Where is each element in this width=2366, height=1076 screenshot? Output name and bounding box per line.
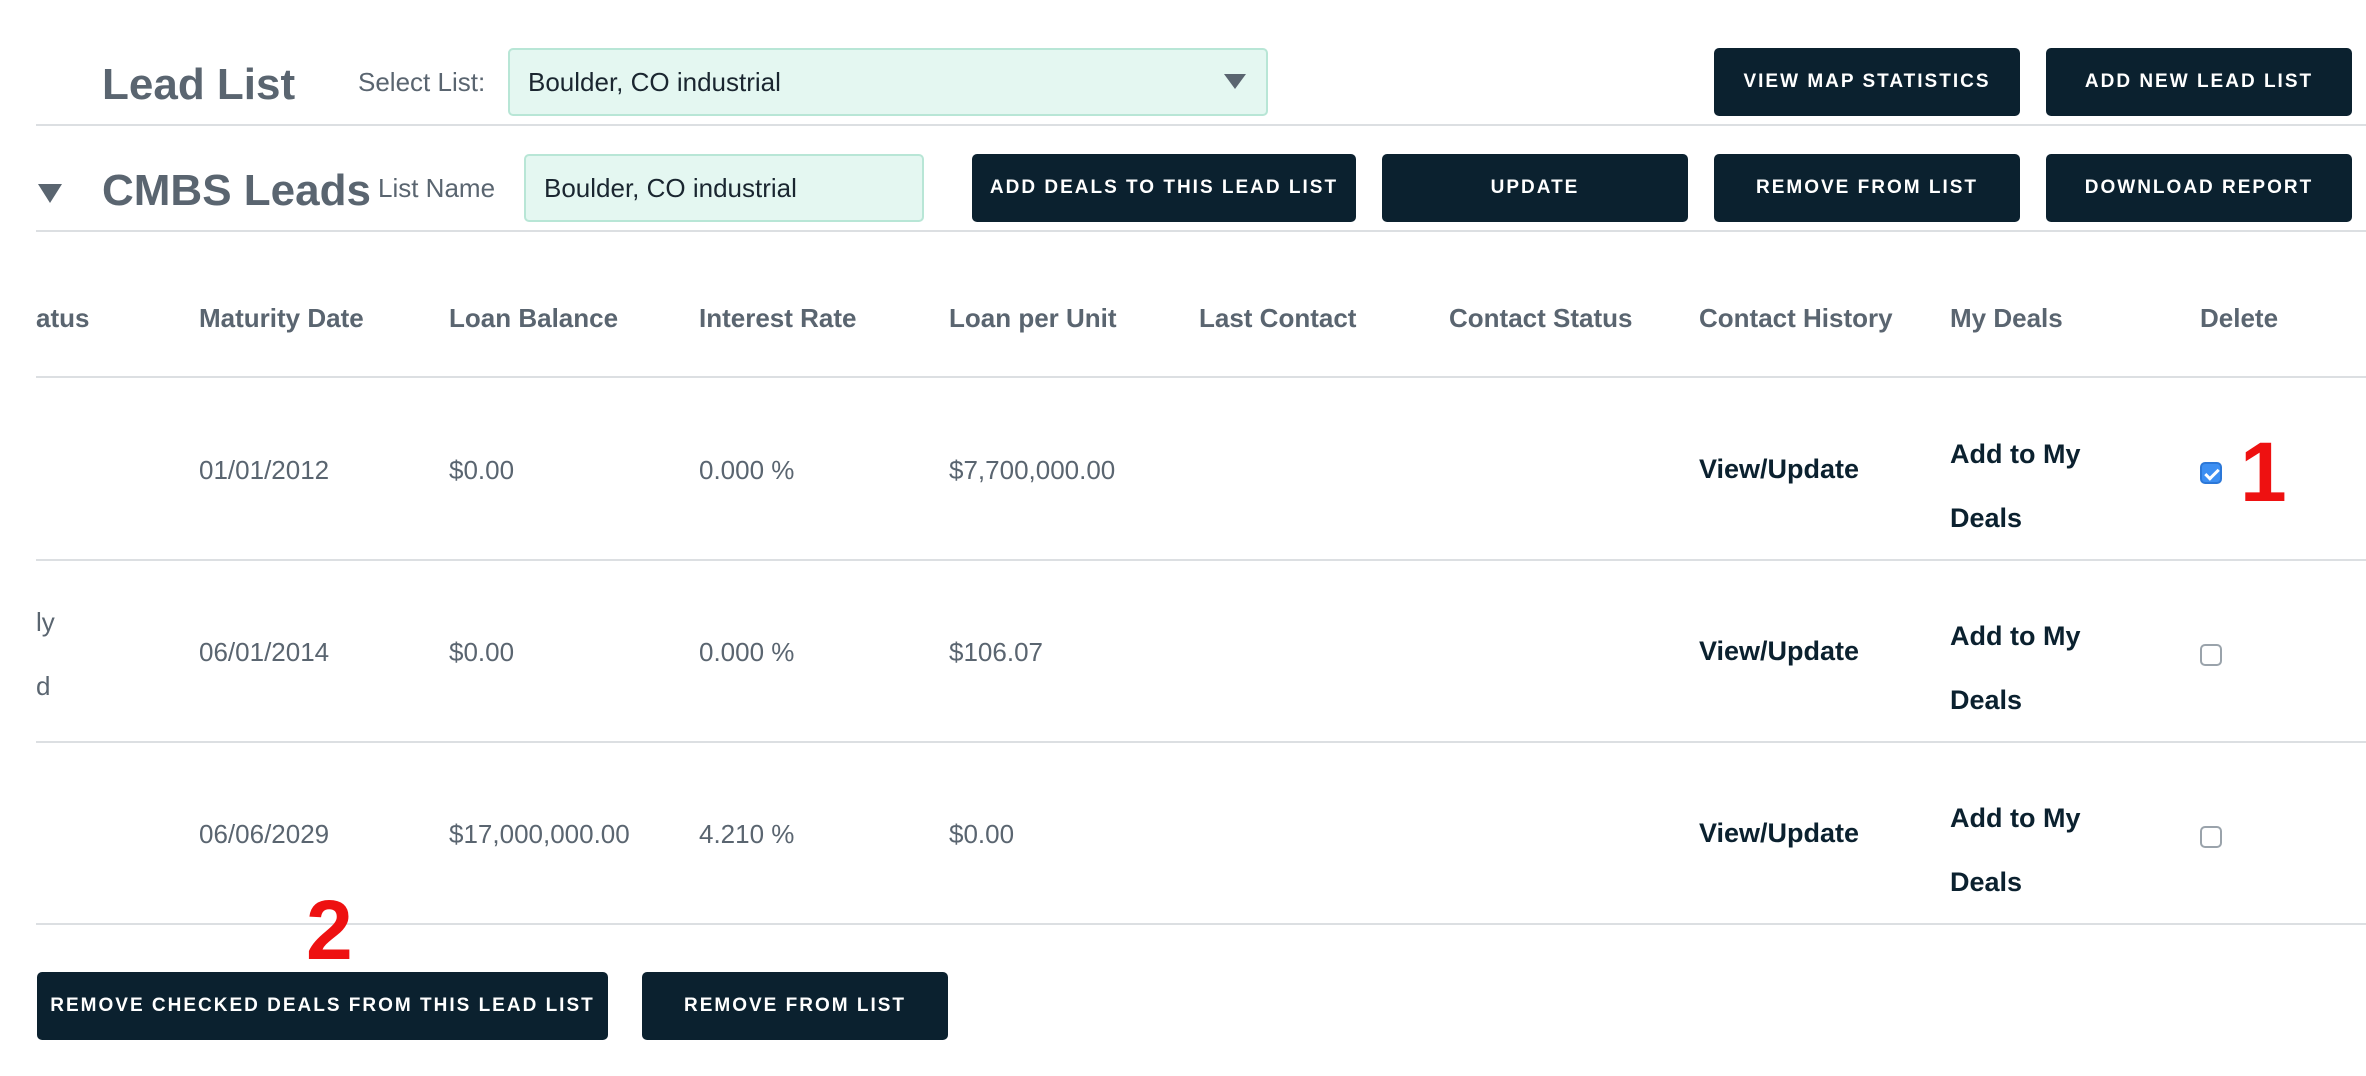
loan-balance-cell: $0.00 — [449, 455, 515, 485]
annotation-number-2: 2 — [306, 883, 353, 977]
loan-per-unit-cell: $7,700,000.00 — [949, 455, 1116, 485]
select-list-label: Select List: — [358, 67, 486, 97]
view-update-link[interactable]: View/Update — [1699, 454, 1859, 485]
delete-checkbox[interactable] — [2200, 644, 2222, 666]
add-to-my-deals-line1: Add to My — [1950, 621, 2081, 651]
add-deals-to-lead-list-button[interactable]: ADD DEALS TO THIS LEAD LIST — [972, 154, 1356, 222]
header-divider — [36, 124, 2366, 126]
status-cell: ly d — [36, 590, 55, 718]
column-header-delete: Delete — [2200, 303, 2279, 333]
annotation-number-1: 1 — [2240, 425, 2287, 519]
add-to-my-deals-line2: Deals — [1950, 867, 2023, 897]
select-list-value: Boulder, CO industrial — [528, 66, 781, 97]
interest-rate-cell: 0.000 % — [699, 455, 795, 485]
column-header-my-deals: My Deals — [1950, 303, 2063, 333]
triangle-down-icon[interactable] — [38, 184, 62, 203]
update-button[interactable]: UPDATE — [1382, 154, 1688, 222]
column-header-last-contact: Last Contact — [1199, 303, 1357, 333]
select-list-dropdown[interactable]: Boulder, CO industrial — [508, 48, 1268, 116]
view-update-link[interactable]: View/Update — [1699, 636, 1859, 667]
section-title: CMBS Leads — [102, 166, 371, 215]
view-update-link[interactable]: View/Update — [1699, 818, 1859, 849]
delete-checkbox[interactable] — [2200, 462, 2222, 484]
loan-per-unit-cell: $0.00 — [949, 819, 1015, 849]
table-header-divider — [36, 376, 2366, 378]
column-header-interest-rate: Interest Rate — [699, 303, 857, 333]
status-line1: ly — [36, 607, 55, 637]
loan-balance-cell: $17,000,000.00 — [449, 819, 630, 849]
interest-rate-cell: 0.000 % — [699, 637, 795, 667]
row-divider — [36, 741, 2366, 743]
section-divider — [36, 230, 2366, 232]
row-divider — [36, 923, 2366, 925]
add-new-lead-list-button[interactable]: ADD NEW LEAD LIST — [2046, 48, 2352, 116]
page-title: Lead List — [102, 60, 296, 109]
add-to-my-deals-link[interactable]: Add to My Deals — [1950, 604, 2080, 732]
column-header-loan-balance: Loan Balance — [449, 303, 619, 333]
footer-remove-from-list-button[interactable]: REMOVE FROM LIST — [642, 972, 948, 1040]
column-header-status: atus — [36, 303, 90, 333]
loan-balance-cell: $0.00 — [449, 637, 515, 667]
add-to-my-deals-line2: Deals — [1950, 503, 2023, 533]
column-header-maturity-date: Maturity Date — [199, 303, 364, 333]
column-header-loan-per-unit: Loan per Unit — [949, 303, 1117, 333]
maturity-date-cell: 01/01/2012 — [199, 455, 330, 485]
maturity-date-cell: 06/01/2014 — [199, 637, 330, 667]
list-name-label: List Name — [378, 173, 496, 203]
column-header-contact-history: Contact History — [1699, 303, 1893, 333]
status-line2: d — [36, 671, 51, 701]
add-to-my-deals-line1: Add to My — [1950, 803, 2081, 833]
add-to-my-deals-link[interactable]: Add to My Deals — [1950, 422, 2080, 550]
column-header-contact-status: Contact Status — [1449, 303, 1633, 333]
delete-checkbox[interactable] — [2200, 826, 2222, 848]
loan-per-unit-cell: $106.07 — [949, 637, 1043, 667]
row-divider — [36, 559, 2366, 561]
maturity-date-cell: 06/06/2029 — [199, 819, 330, 849]
remove-checked-deals-button[interactable]: REMOVE CHECKED DEALS FROM THIS LEAD LIST — [37, 972, 608, 1040]
interest-rate-cell: 4.210 % — [699, 819, 795, 849]
view-map-statistics-button[interactable]: VIEW MAP STATISTICS — [1714, 48, 2020, 116]
add-to-my-deals-line1: Add to My — [1950, 439, 2081, 469]
add-to-my-deals-link[interactable]: Add to My Deals — [1950, 786, 2080, 914]
caret-down-icon — [1224, 74, 1246, 89]
download-report-button[interactable]: DOWNLOAD REPORT — [2046, 154, 2352, 222]
add-to-my-deals-line2: Deals — [1950, 685, 2023, 715]
list-name-input[interactable]: Boulder, CO industrial — [524, 154, 924, 222]
remove-from-list-button[interactable]: REMOVE FROM LIST — [1714, 154, 2020, 222]
